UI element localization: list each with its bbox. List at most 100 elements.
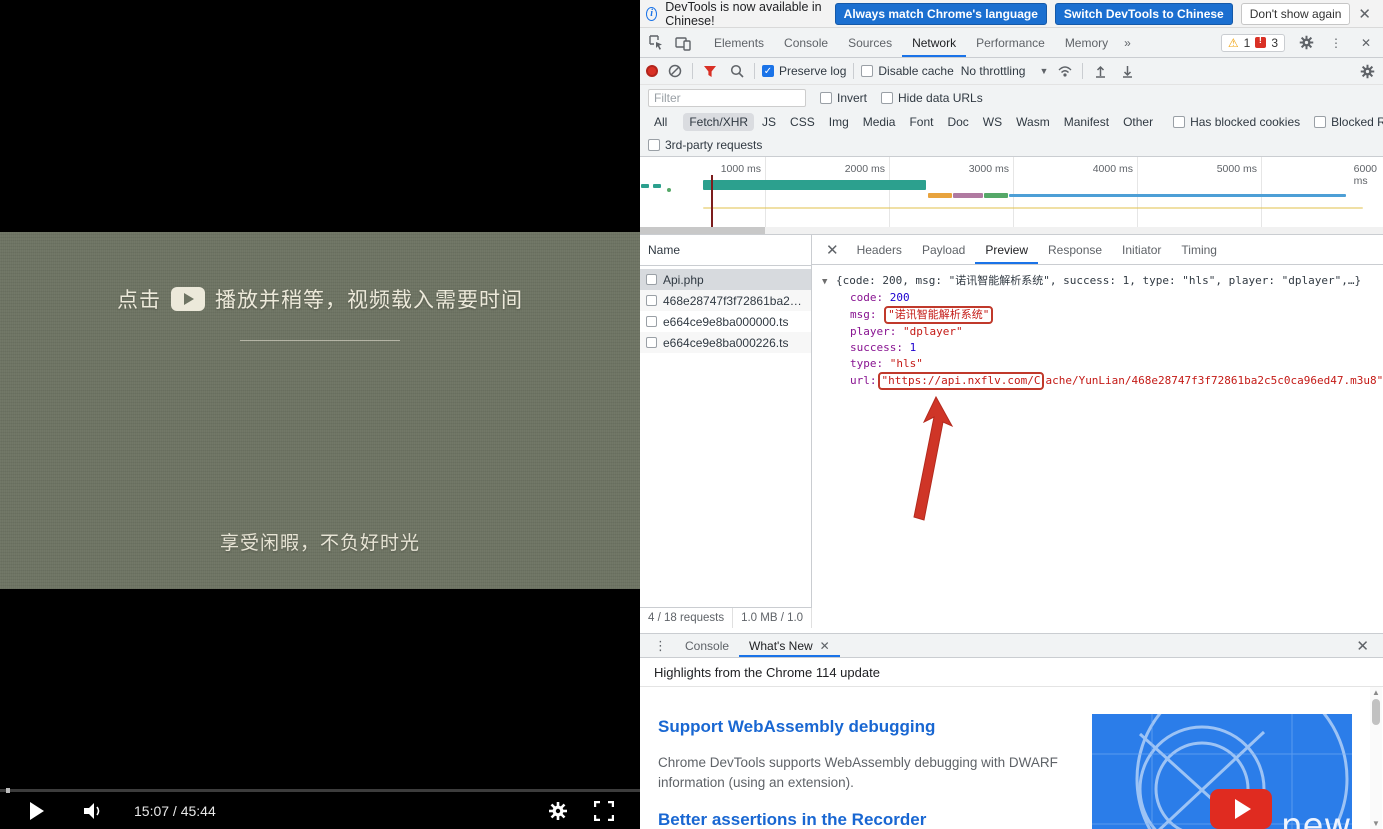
drawer-tab-whats-new[interactable]: What's New ✕ <box>739 634 840 657</box>
infobar-close-icon[interactable]: ✕ <box>1358 5 1371 23</box>
tab-sources[interactable]: Sources <box>838 28 902 57</box>
close-detail-icon[interactable]: ✕ <box>818 241 847 259</box>
expander-triangle-icon[interactable]: ▼ <box>822 274 836 290</box>
json-value: "https://api.nxflv.com/C <box>882 374 1041 387</box>
json-value: 200 <box>890 291 910 304</box>
scroll-down-icon[interactable]: ▼ <box>1370 819 1382 828</box>
third-party-requests-checkbox[interactable]: 3rd-party requests <box>648 138 762 152</box>
devtools-language-infobar: i DevTools is now available in Chinese! … <box>640 0 1383 28</box>
issues-badges[interactable]: ⚠ 1 3 <box>1221 34 1285 52</box>
video-settings-button[interactable] <box>548 801 568 821</box>
search-icon[interactable] <box>727 61 747 81</box>
drawer-menu-icon[interactable]: ⋮ <box>646 638 675 654</box>
hide-data-urls-checkbox[interactable]: Hide data URLs <box>881 91 983 105</box>
json-summary-line[interactable]: ▼{code: 200, msg: "诺讯智能解析系统", success: 1… <box>822 273 1383 290</box>
tab-payload[interactable]: Payload <box>912 235 975 264</box>
tab-initiator[interactable]: Initiator <box>1112 235 1171 264</box>
filter-type-all[interactable]: All <box>648 113 673 131</box>
tab-performance[interactable]: Performance <box>966 28 1055 57</box>
preserve-log-checkbox[interactable]: ✓ Preserve log <box>762 64 846 78</box>
overlay-text-suffix: 播放并稍等，视频载入需要时间 <box>215 284 523 314</box>
tab-console[interactable]: Console <box>774 28 838 57</box>
volume-button[interactable] <box>82 792 104 829</box>
request-name: e664ce9e8ba000000.ts <box>663 315 788 329</box>
filter-type-css[interactable]: CSS <box>784 113 821 131</box>
device-toolbar-button[interactable] <box>670 30 696 56</box>
devtools-close-icon[interactable]: ✕ <box>1353 30 1379 56</box>
filter-type-js[interactable]: JS <box>756 113 782 131</box>
whats-new-video-thumbnail[interactable]: new <box>1092 714 1352 829</box>
filter-type-other[interactable]: Other <box>1117 113 1159 131</box>
request-row-api-php[interactable]: Api.php <box>640 269 811 290</box>
play-button[interactable] <box>0 792 44 829</box>
requests-name-header[interactable]: Name <box>640 235 811 266</box>
checkbox-unchecked-icon <box>1314 116 1326 128</box>
whats-new-heading-1[interactable]: Support WebAssembly debugging <box>658 717 935 737</box>
filter-funnel-icon[interactable] <box>700 61 720 81</box>
devtools-settings-button[interactable] <box>1293 30 1319 56</box>
inspect-cursor-icon <box>649 35 665 51</box>
checkbox-unchecked-icon[interactable] <box>646 295 657 306</box>
tab-network[interactable]: Network <box>902 28 966 57</box>
transferred-size: 1.0 MB / 1.0 <box>733 608 812 628</box>
hide-data-urls-label: Hide data URLs <box>898 91 983 105</box>
checkbox-unchecked-icon[interactable] <box>646 337 657 348</box>
switch-devtools-chinese-button[interactable]: Switch DevTools to Chinese <box>1055 3 1233 25</box>
more-tabs-button[interactable]: » <box>1118 28 1139 57</box>
fullscreen-button[interactable] <box>594 801 614 821</box>
close-tab-icon[interactable]: ✕ <box>820 639 830 653</box>
request-row-m3u8[interactable]: 468e28747f3f72861ba2c5… <box>640 290 811 311</box>
scrollbar-thumb[interactable] <box>1372 699 1380 725</box>
filter-type-doc[interactable]: Doc <box>941 113 974 131</box>
timeline-tick: 1000 ms <box>721 163 765 175</box>
preview-json-tree[interactable]: ▼{code: 200, msg: "诺讯智能解析系统", success: 1… <box>812 265 1383 633</box>
waterfall-dot <box>667 188 671 192</box>
json-key: code: <box>850 291 883 304</box>
filter-type-font[interactable]: Font <box>903 113 939 131</box>
blocked-requests-checkbox[interactable]: Blocked Requests <box>1314 115 1383 129</box>
network-overview-timeline[interactable]: 1000 ms 2000 ms 3000 ms 4000 ms 5000 ms … <box>640 157 1383 235</box>
request-row-ts-000226[interactable]: e664ce9e8ba000226.ts <box>640 332 811 353</box>
clear-network-log-icon[interactable] <box>665 61 685 81</box>
timeline-scrollbar[interactable] <box>640 227 1383 234</box>
filter-type-media[interactable]: Media <box>857 113 902 131</box>
drawer-close-icon[interactable]: ✕ <box>1348 637 1377 655</box>
checkbox-unchecked-icon[interactable] <box>646 316 657 327</box>
whats-new-heading-2[interactable]: Better assertions in the Recorder <box>658 810 926 829</box>
network-toolbar: ✓ Preserve log Disable cache No throttli… <box>640 58 1383 85</box>
checkbox-unchecked-icon[interactable] <box>646 274 657 285</box>
filter-type-ws[interactable]: WS <box>977 113 1008 131</box>
tab-headers[interactable]: Headers <box>847 235 912 264</box>
third-party-filter-row: 3rd-party requests <box>640 134 1383 157</box>
drawer-tab-console[interactable]: Console <box>675 634 739 657</box>
video-frame[interactable]: 点击 播放并稍等，视频载入需要时间 享受闲暇，不负好时光 <box>0 232 640 589</box>
filter-type-manifest[interactable]: Manifest <box>1058 113 1115 131</box>
filter-input[interactable] <box>648 89 806 107</box>
tab-memory[interactable]: Memory <box>1055 28 1118 57</box>
filter-type-fetch-xhr[interactable]: Fetch/XHR <box>683 113 754 131</box>
devtools-menu-button[interactable]: ⋮ <box>1323 30 1349 56</box>
record-network-log-icon[interactable] <box>646 65 658 77</box>
request-row-ts-000000[interactable]: e664ce9e8ba000000.ts <box>640 311 811 332</box>
dont-show-again-button[interactable]: Don't show again <box>1241 3 1351 25</box>
throttling-dropdown[interactable]: No throttling ▼ <box>961 64 1049 78</box>
network-settings-gear-icon[interactable] <box>1357 61 1377 81</box>
video-player[interactable]: 点击 播放并稍等，视频载入需要时间 享受闲暇，不负好时光 15:07 / 45:… <box>0 0 640 829</box>
export-har-icon[interactable] <box>1117 61 1137 81</box>
tab-elements[interactable]: Elements <box>704 28 774 57</box>
match-chrome-language-button[interactable]: Always match Chrome's language <box>835 3 1047 25</box>
network-conditions-icon[interactable] <box>1055 61 1075 81</box>
disable-cache-checkbox[interactable]: Disable cache <box>861 64 953 78</box>
tab-preview[interactable]: Preview <box>975 235 1038 264</box>
network-summary-bar: 4 / 18 requests 1.0 MB / 1.0 <box>640 607 812 628</box>
scroll-up-icon[interactable]: ▲ <box>1370 688 1382 697</box>
import-har-icon[interactable] <box>1090 61 1110 81</box>
whats-new-scrollbar[interactable]: ▲ ▼ <box>1370 687 1382 829</box>
tab-timing[interactable]: Timing <box>1171 235 1227 264</box>
has-blocked-cookies-checkbox[interactable]: Has blocked cookies <box>1173 115 1300 129</box>
inspect-element-button[interactable] <box>644 30 670 56</box>
filter-type-img[interactable]: Img <box>823 113 855 131</box>
filter-type-wasm[interactable]: Wasm <box>1010 113 1056 131</box>
tab-response[interactable]: Response <box>1038 235 1112 264</box>
invert-checkbox[interactable]: Invert <box>820 91 867 105</box>
